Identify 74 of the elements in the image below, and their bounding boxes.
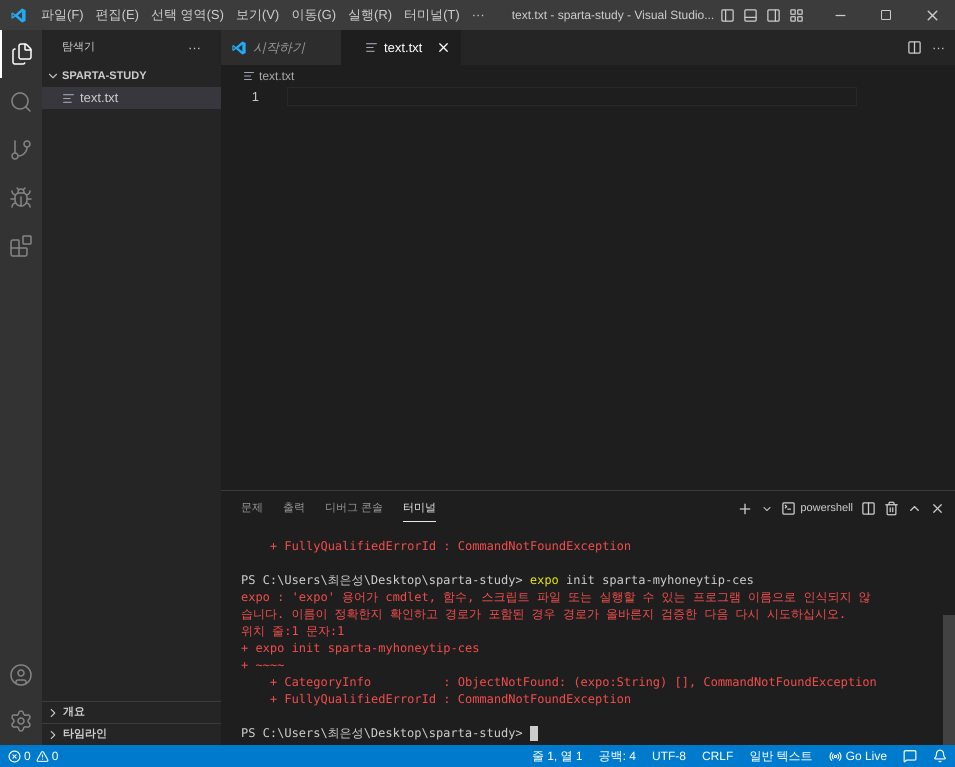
text-file-icon (365, 41, 378, 54)
split-editor-icon[interactable] (907, 40, 922, 55)
status-item[interactable]: CRLF (702, 747, 734, 765)
section-title: 개요 (63, 705, 85, 720)
terminal-line: + FullyQualifiedErrorId : CommandNotFoundException (268, 691, 632, 708)
terminal-line: + FullyQualifiedErrorId : CommandNotFoundException (268, 538, 632, 555)
more-actions[interactable]: ··· (932, 38, 945, 58)
folder-name: SPARTA-STUDY (62, 68, 147, 84)
status-item[interactable]: UTF-8 (652, 747, 686, 765)
terminal-line: expo : 'expo' 용어가 cmdlet, 함수, 스크립트 파일 또는 실행할 수 있는 프로그램 이름으로 인식되지 않 (241, 589, 871, 606)
more-actions[interactable]: ··· (188, 38, 201, 58)
terminal-line: PS C:\Users\최은성\Desktop\sparta-study> expo init sparta-myhoneytip-ces (241, 572, 754, 589)
terminal-line: + CategoryInfo : ObjectNotFound: (expo:String) [], CommandNotFoundException (268, 674, 877, 691)
file-item[interactable]: text.txt (42, 87, 221, 109)
layout-icon[interactable] (789, 8, 804, 22)
status-item[interactable]: 일반 텍스트 (749, 747, 813, 765)
breadcrumb[interactable]: text.txt (259, 67, 294, 85)
error-icon (8, 750, 21, 762)
menu-item[interactable]: 보기(V) (230, 0, 284, 30)
status-item[interactable]: 공백: 4 (598, 747, 636, 765)
menu-item[interactable]: 파일(F) (36, 0, 89, 30)
terminal-selector[interactable]: powershell (781, 500, 853, 517)
maximize-icon[interactable] (880, 9, 892, 21)
split-terminal-icon[interactable] (861, 501, 876, 516)
layout-icon[interactable] (766, 8, 782, 22)
go-live-button[interactable]: Go Live (828, 747, 887, 765)
sidebar-title: 탐색기 (62, 40, 95, 56)
window-title: text.txt - sparta-study - Visual Studio... (512, 7, 714, 24)
panel-tab[interactable]: 디버그 콘솔 (325, 496, 384, 522)
text-file-icon (243, 70, 255, 82)
search-icon[interactable] (9, 90, 33, 114)
menu-item[interactable]: 터미널(T) (399, 0, 465, 30)
layout-icon[interactable] (743, 8, 758, 22)
vscode-logo-icon (231, 40, 247, 56)
scrollbar[interactable] (943, 615, 955, 745)
menu-item[interactable]: 실행(R) (343, 0, 398, 30)
status-item[interactable]: 줄 1, 열 1 (532, 747, 583, 765)
editor-tab[interactable]: 시작하기 (221, 30, 341, 65)
panel-tab[interactable]: 문제 (241, 496, 263, 522)
menu-item[interactable]: ··· (466, 0, 490, 30)
menu-item[interactable]: 선택 영역(S) (146, 0, 229, 30)
feedback-icon[interactable] (903, 749, 917, 763)
terminal-line: 위치 줄:1 문자:1 (241, 623, 344, 640)
terminal-icon (781, 501, 796, 516)
menu-item[interactable]: 이동(G) (286, 0, 342, 30)
editor-tab[interactable]: text.txt (341, 30, 461, 65)
terminal-line: 습니다. 이름이 정확한지 확인하고 경로가 포함된 경우 경로가 올바른지 검증한 다음 다시 시도하십시오. (241, 606, 846, 623)
panel-tab[interactable]: 터미널 (403, 496, 436, 522)
folder-header[interactable]: SPARTA-STUDY (42, 65, 221, 87)
trash-icon[interactable] (884, 501, 899, 516)
terminal-line: + expo init sparta-myhoneytip-ces (241, 640, 480, 657)
text-file-icon (62, 92, 75, 104)
broadcast-icon (828, 750, 842, 762)
layout-icon[interactable] (720, 8, 736, 22)
line-number: 1 (250, 88, 260, 106)
bug-icon[interactable] (9, 186, 33, 210)
branch-icon[interactable] (9, 138, 33, 162)
close-panel-icon[interactable] (930, 501, 945, 516)
close-tab-icon[interactable] (436, 40, 451, 55)
account-icon[interactable] (9, 663, 33, 687)
terminal-line: + ~~~~ (241, 657, 284, 674)
warning-icon (36, 750, 49, 762)
panel-tab[interactable]: 출력 (283, 496, 305, 522)
problems-indicator[interactable]: 0 0 (8, 747, 58, 765)
terminal-line: PS C:\Users\최은성\Desktop\sparta-study> (241, 725, 524, 742)
files-icon[interactable] (10, 42, 34, 66)
blocks-icon[interactable] (9, 234, 33, 258)
menu-item[interactable]: 편집(E) (90, 0, 144, 30)
bell-icon[interactable] (933, 749, 947, 763)
settings-icon[interactable] (9, 709, 33, 733)
vscode-logo-icon (10, 6, 26, 24)
file-name: text.txt (80, 89, 118, 108)
section-header[interactable]: 개요 (42, 701, 221, 723)
section-title: 타임라인 (63, 727, 107, 742)
